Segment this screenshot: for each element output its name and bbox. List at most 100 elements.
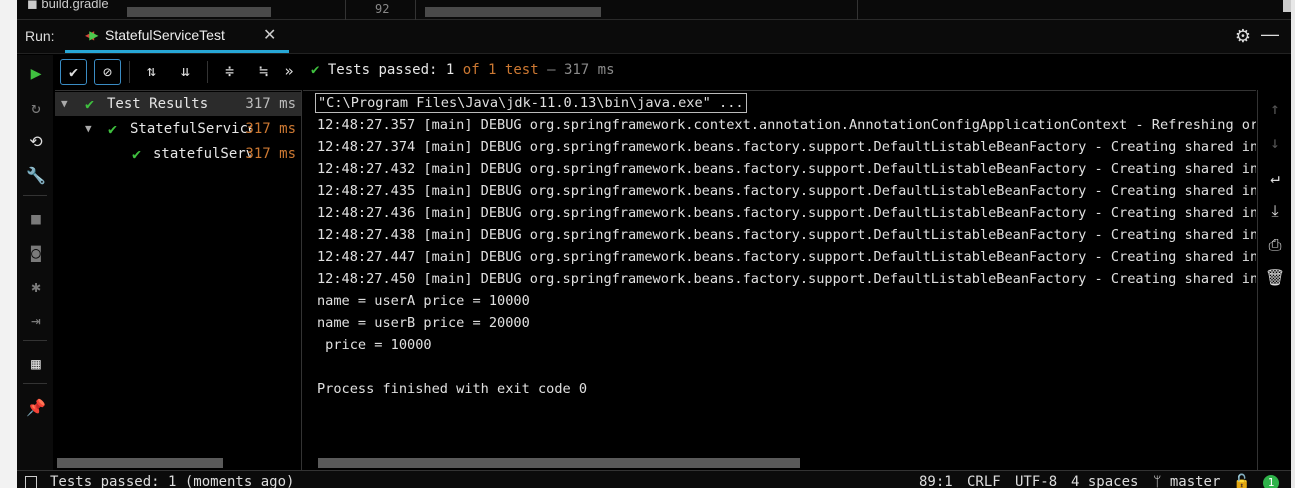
- passed-count: 1: [445, 62, 455, 78]
- branch-name: master: [1169, 474, 1221, 488]
- scroll-to-end-icon[interactable]: ⤓: [1264, 200, 1286, 222]
- check-icon: ✔: [85, 95, 95, 113]
- console-line: name = userA price = 10000: [317, 293, 530, 309]
- tree-row-method[interactable]: ✔ statefulServ 317 ms: [55, 142, 301, 166]
- rerun-failed-icon[interactable]: ↻: [25, 97, 47, 119]
- console-line: name = userB price = 20000: [317, 315, 530, 331]
- test-toolbar: ✔ ⊘ ⇅ ⇊ ≑ ≒ » ✔ Tests passed: 1 of 1 tes…: [53, 55, 1291, 89]
- editor-scrollbar-left[interactable]: [127, 7, 271, 17]
- tab-title: StatefulServiceTest: [105, 27, 225, 43]
- console-line: 12:48:27.450 [main] DEBUG org.springfram…: [317, 271, 1256, 287]
- test-status-summary: ✔ Tests passed: 1 of 1 test – 317 ms: [311, 62, 615, 78]
- play-icon[interactable]: ▶: [25, 63, 47, 85]
- dash: –: [547, 62, 556, 78]
- total-duration: 317 ms: [563, 62, 615, 78]
- divider: [415, 0, 416, 20]
- tree-time: 317 ms: [245, 121, 296, 137]
- toggle-auto-test-icon[interactable]: ⟲: [25, 131, 47, 153]
- tree-time: 317 ms: [245, 146, 296, 162]
- console-line: 12:48:27.447 [main] DEBUG org.springfram…: [317, 249, 1256, 265]
- divider: [23, 340, 47, 341]
- exit-icon[interactable]: ⇥: [25, 310, 47, 332]
- console-line: price = 10000: [317, 337, 432, 353]
- tree-row-class[interactable]: ▼ ✔ StatefulService 317 ms: [55, 117, 301, 141]
- chevron-down-icon[interactable]: ▼: [61, 92, 68, 116]
- check-icon: ✔: [311, 62, 320, 78]
- show-passed-icon[interactable]: ✔: [60, 59, 87, 85]
- run-tool-window-header: Run: ◀▶ StatefulServiceTest ✕ ⚙ —: [17, 20, 1291, 54]
- tree-time: 317 ms: [245, 96, 296, 112]
- layout-icon[interactable]: ▦: [25, 353, 47, 375]
- close-icon[interactable]: ✕: [263, 25, 276, 45]
- divider: [345, 0, 346, 20]
- tree-label: StatefulService: [130, 121, 251, 137]
- down-arrow-icon[interactable]: ↓: [1264, 132, 1286, 154]
- trash-icon[interactable]: 🗑: [1264, 267, 1286, 289]
- tree-label: Test Results: [107, 96, 209, 112]
- divider: [857, 0, 858, 20]
- console-line-command[interactable]: "C:\Program Files\Java\jdk-11.0.13\bin\j…: [315, 93, 747, 113]
- sort-duration-icon[interactable]: ⇊: [172, 59, 199, 85]
- total-count: of 1 test: [462, 62, 539, 78]
- divider: [23, 195, 47, 196]
- status-message[interactable]: Tests passed: 1 (moments ago): [50, 474, 294, 488]
- divider: [129, 61, 130, 83]
- editor-tab-strip: ◼ build.gradle 92: [17, 0, 1291, 20]
- console-line: 12:48:27.357 [main] DEBUG org.springfram…: [317, 117, 1256, 133]
- vertical-scroll-thumb[interactable]: [1283, 0, 1291, 12]
- console-horizontal-scrollbar[interactable]: [318, 458, 800, 468]
- camera-icon[interactable]: ◙: [25, 242, 47, 264]
- branch-icon: ᛘ: [1153, 474, 1170, 488]
- soft-wrap-icon[interactable]: ↵: [1264, 167, 1286, 189]
- tree-horizontal-scrollbar[interactable]: [57, 458, 223, 468]
- divider: [207, 61, 208, 83]
- debug-icon[interactable]: ✱: [25, 276, 47, 298]
- file-tab[interactable]: ◼ build.gradle: [27, 0, 109, 12]
- git-branch[interactable]: ᛘ master: [1153, 474, 1220, 488]
- check-icon: ✔: [132, 145, 142, 163]
- gear-icon[interactable]: ⚙: [1235, 26, 1251, 47]
- stop-icon[interactable]: ■: [25, 208, 47, 230]
- print-icon[interactable]: ⎙: [1264, 234, 1286, 256]
- show-ignored-icon[interactable]: ⊘: [94, 59, 121, 85]
- console-output[interactable]: "C:\Program Files\Java\jdk-11.0.13\bin\j…: [303, 90, 1256, 470]
- console-line: 12:48:27.374 [main] DEBUG org.springfram…: [317, 139, 1256, 155]
- expand-all-icon[interactable]: ≑: [216, 59, 243, 85]
- lock-icon[interactable]: 🔓: [1233, 474, 1250, 488]
- console-right-toolbar: ↑ ↓ ↵ ⤓ ⎙ 🗑: [1257, 90, 1291, 470]
- right-window-edge: [1291, 0, 1295, 488]
- notifications-badge[interactable]: 1: [1263, 475, 1279, 488]
- minimize-icon[interactable]: —: [1261, 24, 1279, 45]
- console-line: 12:48:27.435 [main] DEBUG org.springfram…: [317, 183, 1256, 199]
- editor-scrollbar-right[interactable]: [425, 7, 601, 17]
- line-number: 92: [375, 2, 390, 16]
- console-line: 12:48:27.436 [main] DEBUG org.springfram…: [317, 205, 1256, 221]
- test-run-icon: ◀▶: [85, 28, 99, 42]
- wrench-icon[interactable]: 🔧: [25, 165, 47, 187]
- more-icon[interactable]: »: [279, 59, 299, 85]
- console-line: 12:48:27.438 [main] DEBUG org.springfram…: [317, 227, 1256, 243]
- pin-icon[interactable]: 📌: [25, 397, 47, 419]
- console-line-exit: Process finished with exit code 0: [317, 381, 588, 397]
- up-arrow-icon[interactable]: ↑: [1264, 98, 1286, 120]
- caret-position[interactable]: 89:1: [919, 474, 953, 488]
- line-separator[interactable]: CRLF: [967, 474, 1001, 488]
- status-prefix: Tests passed:: [327, 62, 438, 78]
- indent-setting[interactable]: 4 spaces: [1071, 474, 1138, 488]
- panel-toggle-icon[interactable]: [25, 476, 37, 488]
- tree-label: statefulServ: [153, 146, 251, 162]
- file-name: build.gradle: [41, 0, 109, 11]
- console-line: 12:48:27.432 [main] DEBUG org.springfram…: [317, 161, 1256, 177]
- chevron-down-icon[interactable]: ▼: [85, 117, 92, 141]
- tree-row-test-results[interactable]: ▼ ✔ Test Results 317 ms: [55, 92, 301, 116]
- test-tree: ▼ ✔ Test Results 317 ms ▼ ✔ StatefulServ…: [55, 90, 302, 470]
- tab-stateful-service-test[interactable]: ◀▶ StatefulServiceTest ✕: [65, 20, 289, 53]
- divider: [23, 383, 47, 384]
- check-icon: ✔: [108, 120, 118, 138]
- file-encoding[interactable]: UTF-8: [1015, 474, 1057, 488]
- sort-alpha-icon[interactable]: ⇅: [138, 59, 165, 85]
- left-window-edge: [0, 0, 17, 488]
- gradle-icon: ◼: [27, 0, 42, 11]
- collapse-all-icon[interactable]: ≒: [250, 59, 277, 85]
- status-bar: Tests passed: 1 (moments ago) 89:1 CRLF …: [17, 470, 1291, 488]
